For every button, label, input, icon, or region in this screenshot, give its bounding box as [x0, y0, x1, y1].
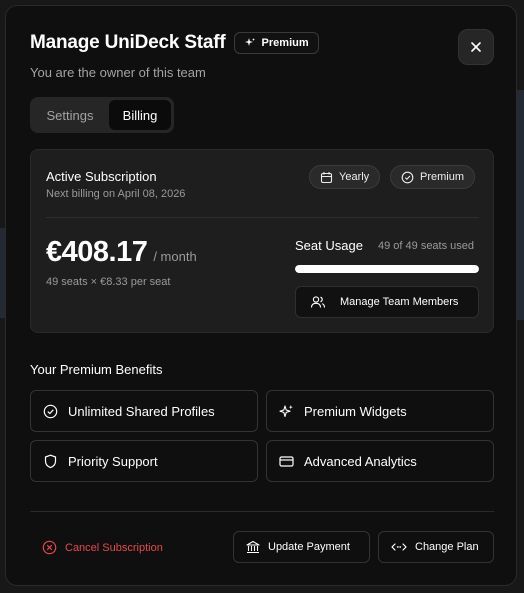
- users-icon: [310, 295, 326, 309]
- billing-cycle-label: Yearly: [339, 171, 370, 183]
- change-plan-button[interactable]: Change Plan: [378, 531, 494, 563]
- close-button[interactable]: [458, 29, 494, 65]
- benefit-label: Unlimited Shared Profiles: [68, 403, 215, 419]
- tab-billing[interactable]: Billing: [109, 100, 171, 130]
- credit-card-icon: [279, 454, 294, 469]
- modal-header: Manage UniDeck Staff Premium: [30, 32, 319, 54]
- subscription-title: Active Subscription: [46, 169, 157, 184]
- backdrop-panel-right: [517, 90, 524, 320]
- benefit-label: Priority Support: [68, 453, 158, 469]
- cancel-subscription-button[interactable]: Cancel Subscription: [42, 540, 163, 555]
- manage-team-members-button[interactable]: Manage Team Members: [295, 286, 479, 318]
- bank-icon: [246, 540, 260, 554]
- manage-team-modal: Manage UniDeck Staff Premium You are the…: [5, 5, 517, 586]
- benefit-label: Premium Widgets: [304, 403, 407, 419]
- tab-settings[interactable]: Settings: [33, 100, 107, 130]
- sparkle-icon: [279, 404, 294, 419]
- seat-usage-fill: [295, 265, 479, 273]
- seat-usage-bar: [295, 265, 479, 273]
- benefit-premium-widgets: Premium Widgets: [266, 390, 494, 432]
- benefit-priority-support: Priority Support: [30, 440, 258, 482]
- close-icon: [470, 41, 482, 53]
- code-arrows-icon: [391, 541, 407, 553]
- x-circle-icon: [42, 540, 57, 555]
- benefits-title: Your Premium Benefits: [30, 362, 163, 377]
- billing-cycle-pill: Yearly: [309, 165, 381, 189]
- subscription-card: Active Subscription Next billing on Apri…: [30, 149, 494, 333]
- benefit-unlimited-shared-profiles: Unlimited Shared Profiles: [30, 390, 258, 432]
- plan-pill: Premium: [390, 165, 476, 189]
- premium-badge-label: Premium: [261, 37, 309, 49]
- price-row: €408.17 / month: [46, 236, 197, 269]
- update-payment-button[interactable]: Update Payment: [233, 531, 370, 563]
- check-circle-icon: [43, 404, 58, 419]
- price-amount: €408.17: [46, 236, 148, 268]
- check-circle-icon: [401, 171, 414, 184]
- seat-usage-count: 49 of 49 seats used: [378, 240, 475, 252]
- tab-bar: Settings Billing: [30, 97, 174, 133]
- premium-badge: Premium: [233, 32, 319, 54]
- footer-divider: [30, 511, 494, 512]
- change-plan-label: Change Plan: [415, 541, 479, 553]
- benefit-label: Advanced Analytics: [304, 453, 417, 469]
- per-seat-text: 49 seats × €8.33 per seat: [46, 276, 171, 288]
- manage-team-members-label: Manage Team Members: [340, 296, 459, 308]
- sparkle-icon: [244, 37, 256, 49]
- benefit-advanced-analytics: Advanced Analytics: [266, 440, 494, 482]
- calendar-icon: [320, 171, 333, 184]
- next-billing-text: Next billing on April 08, 2026: [46, 188, 186, 200]
- plan-label: Premium: [420, 171, 465, 183]
- price-period: / month: [153, 249, 197, 264]
- cancel-subscription-label: Cancel Subscription: [65, 541, 163, 554]
- modal-subtitle: You are the owner of this team: [30, 65, 206, 80]
- shield-icon: [43, 454, 58, 469]
- update-payment-label: Update Payment: [268, 541, 350, 553]
- seat-usage-label: Seat Usage: [295, 238, 363, 253]
- subscription-divider: [46, 217, 479, 218]
- modal-title: Manage UniDeck Staff: [30, 32, 226, 53]
